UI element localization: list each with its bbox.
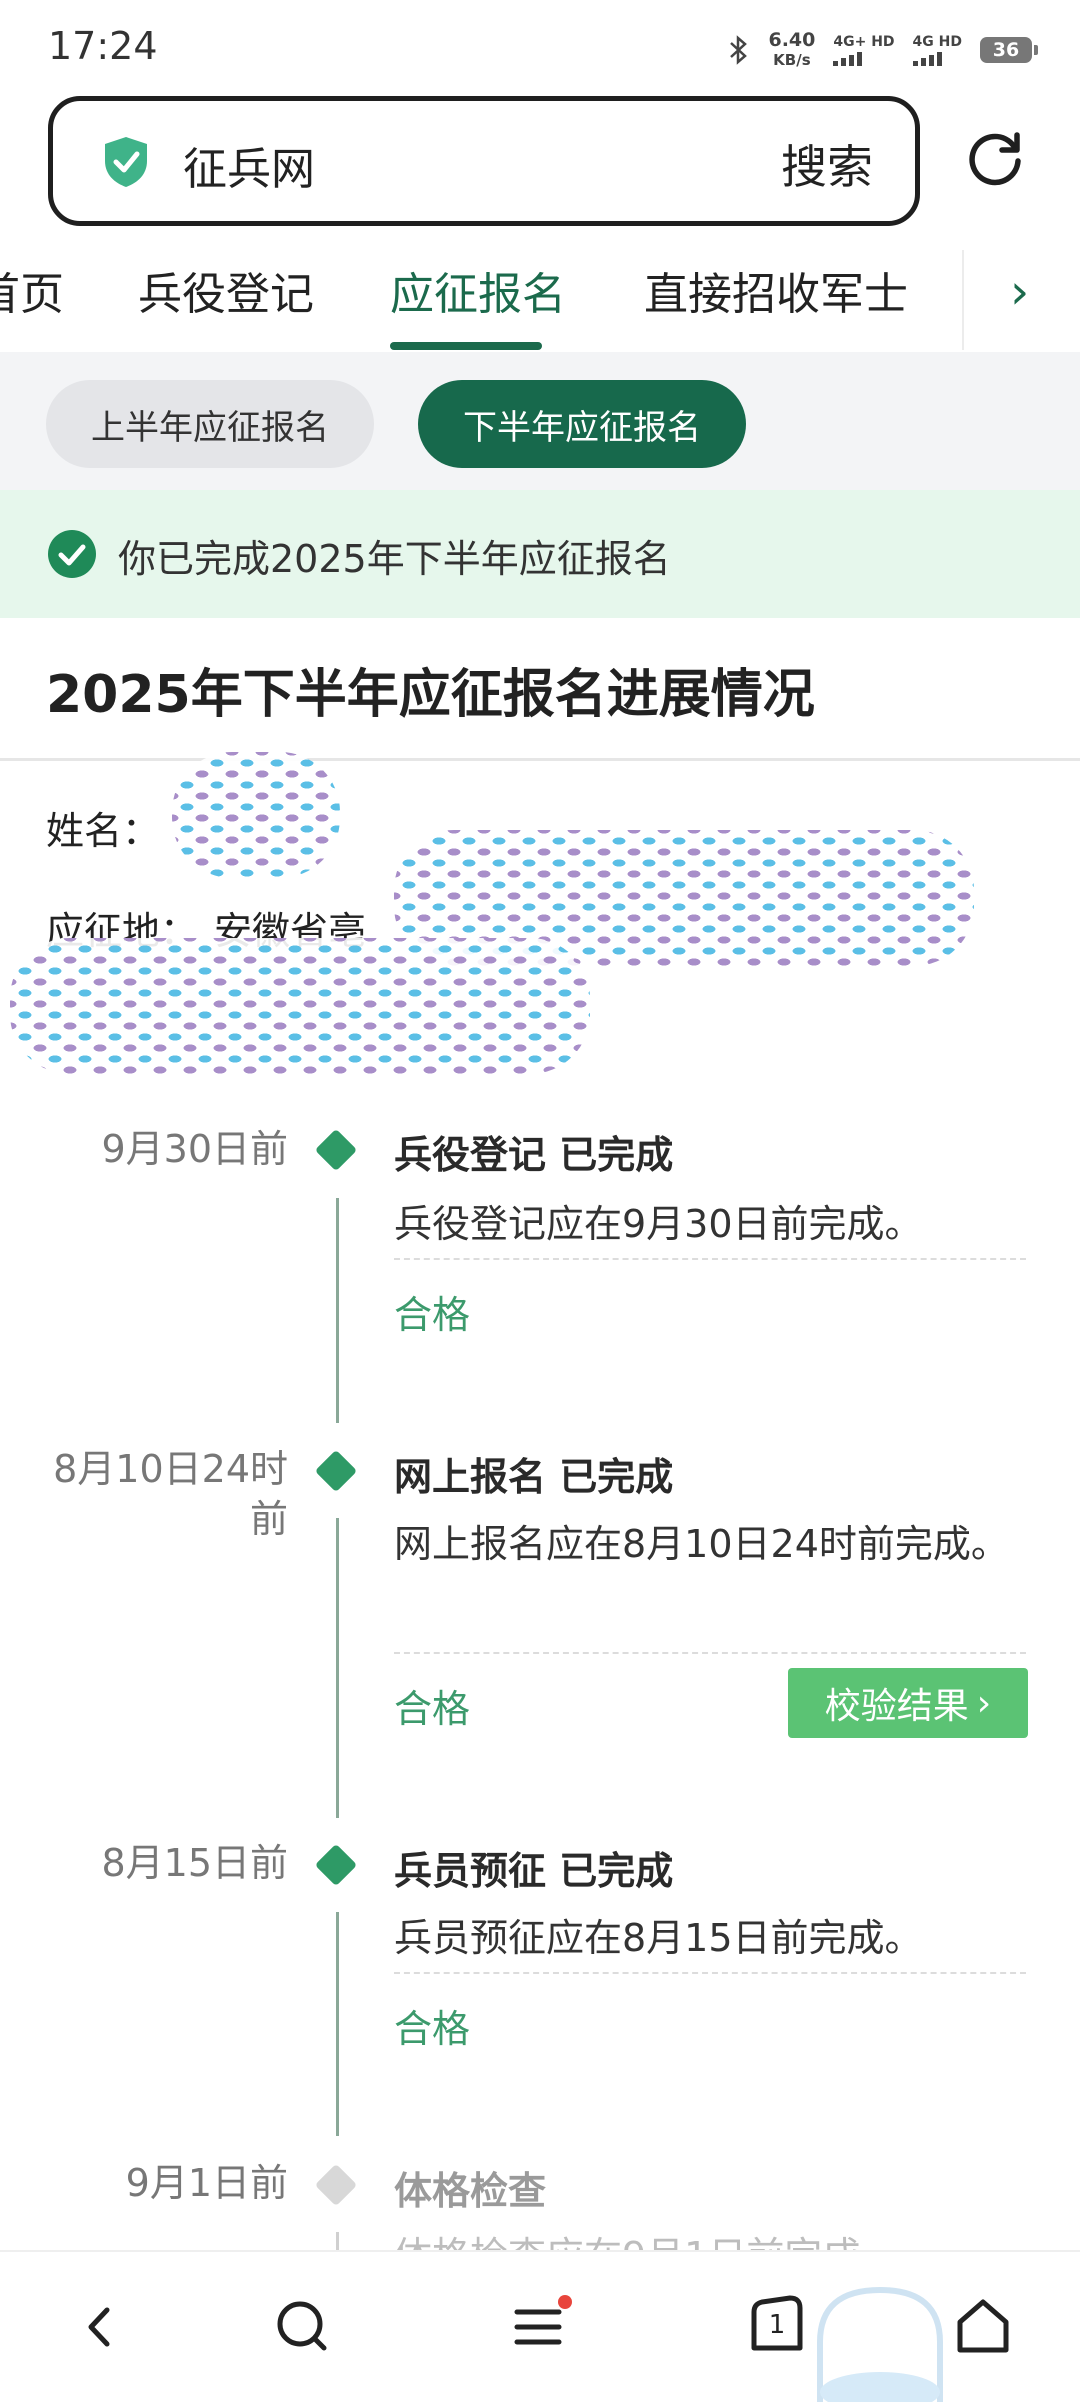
success-banner: 你已完成2025年下半年应征报名 xyxy=(0,490,1080,618)
tab-military-registration[interactable]: 兵役登记 xyxy=(138,258,314,322)
timeline-date: 9月1日前 xyxy=(125,2161,288,2205)
timeline-desc: 兵役登记应在9月30日前完成。 xyxy=(394,1202,923,1246)
diamond-icon xyxy=(314,1128,358,1172)
diamond-icon xyxy=(314,1843,358,1887)
timeline-title: 体格检查 xyxy=(394,2169,547,2213)
timeline-connector xyxy=(336,2232,339,2252)
bottom-nav: 1 xyxy=(0,2250,1080,2402)
timeline-title: 网上报名 已完成 xyxy=(394,1455,674,1499)
signal-bars-icon xyxy=(912,50,962,66)
tab-enlistment-signup[interactable]: 应征报名 xyxy=(390,258,566,322)
redaction-scribble xyxy=(10,938,590,1074)
tab-home[interactable]: 首页 xyxy=(0,258,64,322)
timeline-status: 合格 xyxy=(394,1687,471,1731)
dashed-divider xyxy=(394,1972,1026,1974)
timeline-date: 8月10日24时 xyxy=(53,1447,288,1491)
banner-text: 你已完成2025年下半年应征报名 xyxy=(118,537,671,581)
timeline-connector xyxy=(336,1518,339,1818)
bluetooth-icon xyxy=(730,35,748,65)
network-speed: 6.40 KB/s xyxy=(768,29,816,69)
page-title: 2025年下半年应征报名进展情况 xyxy=(46,665,815,725)
chevron-right-icon: › xyxy=(1010,264,1030,320)
redaction-scribble xyxy=(172,752,340,878)
mascot-icon xyxy=(817,2286,943,2402)
search-icon[interactable] xyxy=(268,2292,338,2362)
dashed-divider xyxy=(394,1258,1026,1260)
timeline-status: 合格 xyxy=(394,1293,471,1337)
home-icon[interactable] xyxy=(948,2292,1018,2362)
dashed-divider xyxy=(394,1652,1026,1654)
timeline-connector xyxy=(336,1912,339,2136)
back-icon[interactable] xyxy=(65,2292,135,2362)
diamond-icon xyxy=(314,1449,358,1493)
timeline-status: 合格 xyxy=(394,2007,471,2051)
check-circle-icon xyxy=(48,530,96,578)
signal-1: 4G+ HD xyxy=(833,34,895,66)
active-tab-indicator xyxy=(390,342,542,350)
timeline-date: 8月15日前 xyxy=(101,1841,288,1885)
refresh-icon[interactable] xyxy=(964,128,1026,190)
signal-bars-icon xyxy=(833,50,894,66)
timeline-connector xyxy=(336,1198,339,1423)
menu-icon[interactable] xyxy=(505,2292,575,2362)
timeline-title: 兵员预征 已完成 xyxy=(394,1849,674,1893)
signal-2: 4G HD xyxy=(912,34,962,66)
segment-first-half[interactable]: 上半年应征报名 xyxy=(46,380,374,468)
nav-tabs: 首页 兵役登记 应征报名 直接招收军士 › xyxy=(0,250,1080,350)
timeline-date: 前 xyxy=(249,1497,288,1541)
verify-button-label: 校验结果 xyxy=(824,1686,969,1727)
site-name: 征兵网 xyxy=(183,144,315,195)
timeline-date: 9月30日前 xyxy=(101,1127,288,1171)
timeline-desc: 兵员预征应在8月15日前完成。 xyxy=(394,1916,923,1960)
timeline-desc: 网上报名应在8月10日24时前完成。 xyxy=(394,1522,1009,1566)
verify-result-button[interactable]: 校验结果 › xyxy=(788,1668,1028,1738)
battery-icon: 36 xyxy=(980,37,1038,63)
status-icons: 6.40 KB/s 4G+ HD 4G HD 36 xyxy=(728,29,1038,70)
address-bar[interactable]: 征兵网 搜索 xyxy=(48,96,920,226)
search-button[interactable]: 搜索 xyxy=(781,131,873,197)
status-time: 17:24 xyxy=(48,24,158,68)
divider xyxy=(0,758,1080,761)
tabs-more-button[interactable]: › xyxy=(962,250,1080,350)
segment-second-half[interactable]: 下半年应征报名 xyxy=(418,380,746,468)
chevron-right-icon: › xyxy=(976,1682,992,1724)
name-label: 姓名： xyxy=(46,809,161,853)
tab-direct-recruit[interactable]: 直接招收军士 xyxy=(644,258,908,322)
shield-check-icon xyxy=(105,137,147,187)
timeline-title: 兵役登记 已完成 xyxy=(394,1133,674,1177)
diamond-icon xyxy=(314,2163,358,2207)
